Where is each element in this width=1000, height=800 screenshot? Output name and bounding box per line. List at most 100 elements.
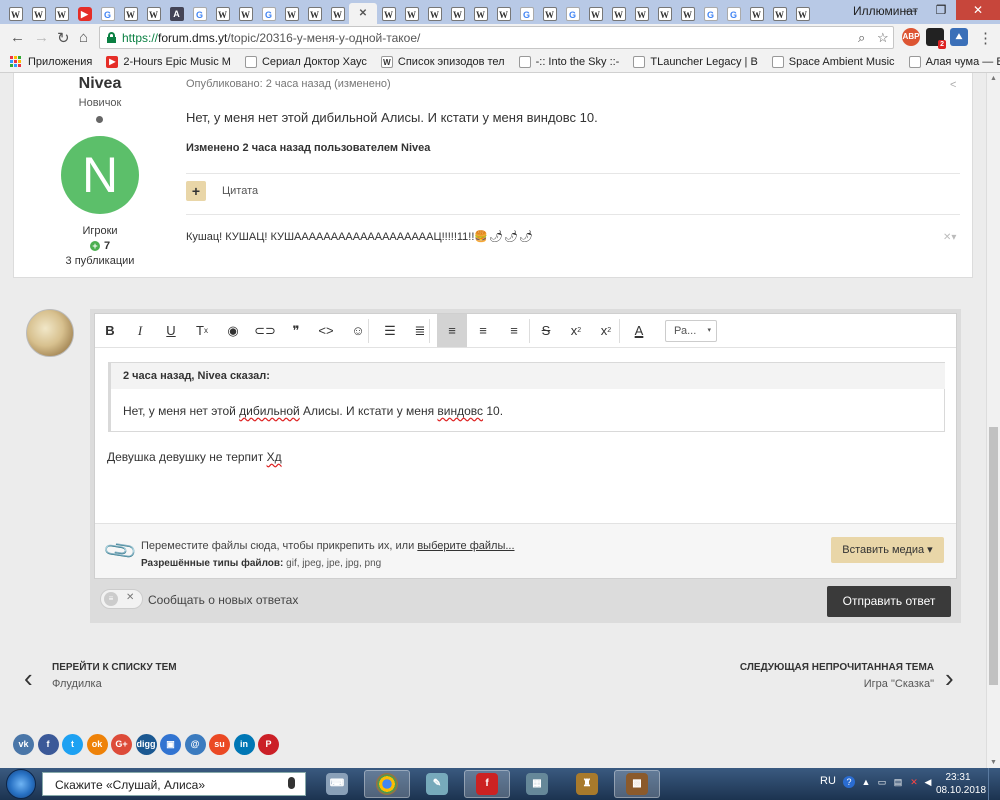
maximize-button[interactable]: ❐ xyxy=(926,0,956,20)
language-indicator[interactable]: RU xyxy=(820,775,836,787)
volume-icon[interactable]: ◀ xyxy=(922,776,934,788)
share-vk-icon[interactable]: vk xyxy=(13,734,34,755)
share-digg-icon[interactable]: digg xyxy=(135,734,157,755)
attachment-area[interactable]: 📎 Переместите файлы сюда, чтобы прикрепи… xyxy=(95,523,956,578)
bookmark-item[interactable]: Алая чума — Википе xyxy=(908,55,1000,68)
editor-code-button[interactable]: <> xyxy=(311,314,341,347)
notify-toggle[interactable]: ≡ ✕ xyxy=(100,589,143,609)
taskbar-search[interactable]: Скажите «Слушай, Алиса» xyxy=(42,772,306,796)
chart-extension-icon[interactable]: ⛰ xyxy=(950,28,968,46)
editor-ol-button[interactable]: ≣ xyxy=(405,314,435,347)
browser-tab[interactable]: W xyxy=(280,3,303,24)
browser-tab[interactable]: W xyxy=(27,3,50,24)
tray-arrow-icon[interactable]: ▲ xyxy=(860,776,872,788)
editor-align-right-button[interactable]: ≡ xyxy=(499,314,529,347)
share-google-plus-icon[interactable]: G+ xyxy=(111,734,132,755)
browser-tab[interactable]: W xyxy=(630,3,653,24)
browser-tab[interactable]: W xyxy=(326,3,349,24)
task-minecraft[interactable]: ▩ xyxy=(614,770,660,798)
share-facebook-icon[interactable]: f xyxy=(37,734,59,755)
browser-tab[interactable]: W xyxy=(400,3,423,24)
browser-tab[interactable]: W xyxy=(492,3,515,24)
browser-tab[interactable]: G xyxy=(96,3,119,24)
browser-tab[interactable]: W xyxy=(768,3,791,24)
browser-tab[interactable]: W xyxy=(676,3,699,24)
browser-tab[interactable]: W xyxy=(607,3,630,24)
current-user-avatar[interactable] xyxy=(26,309,74,357)
help-icon[interactable]: ? xyxy=(843,776,855,788)
network-icon[interactable]: ▤ xyxy=(892,776,904,788)
browser-tab[interactable]: G xyxy=(188,3,211,24)
bookmark-item[interactable]: Сериал Доктор Хаус xyxy=(244,55,367,68)
editor-i-button[interactable]: I xyxy=(125,314,155,347)
show-desktop-button[interactable] xyxy=(988,768,1000,800)
share-delicious-icon[interactable]: ▣ xyxy=(160,734,181,755)
chevron-left-icon[interactable]: ‹ xyxy=(24,663,33,694)
bookmark-item[interactable]: W Список эпизодов тел xyxy=(380,55,505,68)
submit-reply-button[interactable]: Отправить ответ xyxy=(827,586,951,617)
page-scrollbar[interactable]: ▲ ▼ xyxy=(986,73,1000,768)
close-window-button[interactable]: ✕ xyxy=(956,0,1000,20)
zoom-icon[interactable]: ⌕ xyxy=(858,30,865,46)
browser-tab[interactable]: W xyxy=(211,3,234,24)
font-size-select[interactable]: Ра... ▾ xyxy=(665,320,717,342)
reply-text-input[interactable]: Девушка девушку не терпит Хд xyxy=(107,450,282,464)
task-calculator[interactable]: ▦ xyxy=(514,770,560,798)
bookmark-item[interactable]: TLauncher Legacy | В xyxy=(633,55,758,68)
editor-align-center-button[interactable]: ≡ xyxy=(468,314,498,347)
editor-align-left-button[interactable]: ≡ xyxy=(437,314,467,347)
browser-tab[interactable]: W xyxy=(50,3,73,24)
bookmark-star-icon[interactable]: ☆ xyxy=(877,30,889,46)
prev-topic-link[interactable]: ПЕРЕЙТИ К СПИСКУ ТЕМ Флудилка xyxy=(52,662,177,690)
insert-media-button[interactable]: Вставить медиа ▾ xyxy=(831,537,944,563)
url-text[interactable]: https://forum.dms.yt/topic/20316-у-меня-… xyxy=(122,31,420,45)
start-button[interactable] xyxy=(6,769,36,799)
browser-tab[interactable]: W xyxy=(142,3,165,24)
browser-tab[interactable]: W xyxy=(423,3,446,24)
author-name[interactable]: Nivea xyxy=(14,75,186,93)
back-icon[interactable]: ← xyxy=(10,29,25,46)
browser-tab[interactable]: ▶ xyxy=(73,3,96,24)
task-keyboard-app[interactable]: ⌨ xyxy=(314,770,360,798)
bookmark-item[interactable]: ▶ 2-Hours Epic Music M xyxy=(106,55,231,68)
share-odnoklassniki-icon[interactable]: ok xyxy=(86,734,108,755)
editor-strike-button[interactable]: S xyxy=(531,314,561,347)
address-bar[interactable]: https://forum.dms.yt/topic/20316-у-меня-… xyxy=(99,26,894,49)
forward-icon[interactable]: → xyxy=(34,29,49,46)
share-stumbleupon-icon[interactable]: su xyxy=(209,734,230,755)
task-game[interactable]: ♜ xyxy=(564,770,610,798)
browser-tab[interactable]: W xyxy=(469,3,492,24)
browser-tab[interactable]: G xyxy=(699,3,722,24)
tray-device-icon[interactable]: ▭ xyxy=(876,776,888,788)
share-twitter-icon[interactable]: t xyxy=(62,734,83,755)
extension-icon[interactable]: 2 xyxy=(926,28,946,49)
quoted-post[interactable]: 2 часа назад, Nivea сказал: Нет, у меня … xyxy=(108,362,945,432)
browser-tab[interactable]: G xyxy=(515,3,538,24)
browser-tab[interactable]: W xyxy=(303,3,326,24)
chevron-right-icon[interactable]: › xyxy=(945,663,954,694)
scroll-thumb[interactable] xyxy=(989,427,998,685)
author-avatar[interactable]: N xyxy=(61,136,139,214)
task-flash[interactable]: f xyxy=(464,770,510,798)
browser-tab[interactable]: W xyxy=(119,3,142,24)
bookmark-item[interactable]: Space Ambient Music xyxy=(771,55,895,68)
task-chrome[interactable] xyxy=(364,770,410,798)
browser-tab[interactable]: A xyxy=(165,3,188,24)
share-icon[interactable]: < xyxy=(950,79,956,91)
share-linkedin-icon[interactable]: in xyxy=(233,734,255,755)
quote-label[interactable]: Цитата xyxy=(222,185,258,197)
choose-files-link[interactable]: выберите файлы... xyxy=(417,540,514,552)
quote-plus-button[interactable]: + xyxy=(186,181,206,201)
share-pinterest-icon[interactable]: P xyxy=(258,734,279,755)
editor-tx-button[interactable]: Tx xyxy=(187,314,217,347)
browser-tab[interactable]: W xyxy=(4,3,27,24)
share-email-icon[interactable]: @ xyxy=(184,734,206,755)
browser-tab[interactable]: ✕ xyxy=(349,3,377,24)
editor-b-button[interactable]: B xyxy=(95,314,125,347)
bookmark-item[interactable]: -:: Into the Sky ::- xyxy=(518,55,619,68)
browser-tab[interactable]: G xyxy=(722,3,745,24)
browser-tab[interactable]: W xyxy=(446,3,469,24)
network-error-icon[interactable]: ✕ xyxy=(908,776,920,788)
browser-tab[interactable]: G xyxy=(561,3,584,24)
home-icon[interactable]: ⌂ xyxy=(79,29,88,46)
